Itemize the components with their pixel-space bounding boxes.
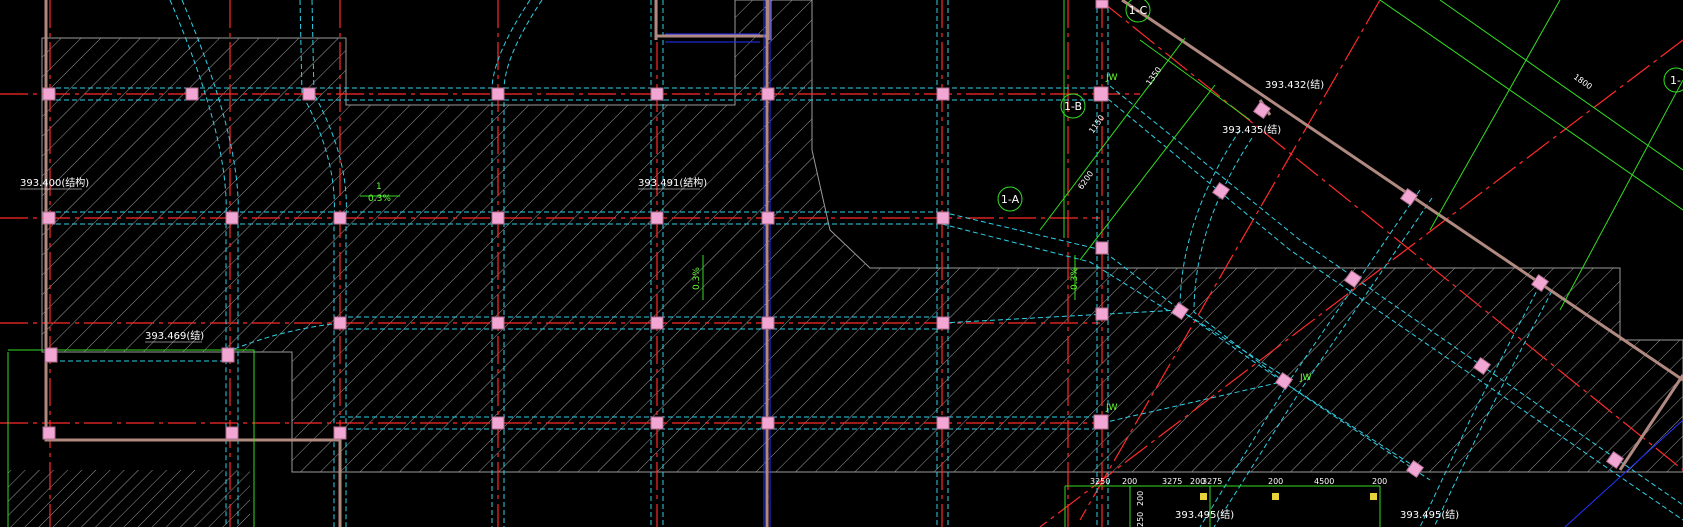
column: [491, 211, 505, 225]
column: [1093, 86, 1109, 102]
slope-number: 1: [376, 182, 382, 192]
column: [1211, 181, 1231, 201]
dimension-label: 200: [1268, 477, 1283, 486]
column: [761, 316, 775, 330]
column: [1093, 414, 1109, 430]
column: [185, 87, 199, 101]
column: [302, 87, 316, 101]
slope-label: 0.3%: [692, 267, 702, 290]
column: [761, 416, 775, 430]
column: [650, 416, 664, 430]
column: [1200, 493, 1207, 500]
column: [1252, 100, 1272, 120]
slope-label: 0.3%: [1070, 267, 1080, 290]
column: [650, 87, 664, 101]
column: [42, 211, 56, 225]
column: [491, 316, 505, 330]
elevation-label: 393.400(结构): [20, 176, 89, 189]
column: [44, 347, 58, 363]
column: [1095, 0, 1109, 9]
column: [1095, 241, 1109, 255]
column: [491, 416, 505, 430]
axis-bubble-edge: 1-: [1663, 67, 1683, 93]
dimension-label: 1150: [1087, 113, 1106, 135]
elevation-label: 393.495(结): [1175, 508, 1234, 521]
dimension-label: 200: [1122, 477, 1137, 486]
dimension-label: 4500: [1314, 477, 1334, 486]
axis-bubble-1-a: 1-A: [997, 186, 1023, 212]
column: [42, 426, 56, 440]
column-mark: JW: [1299, 373, 1312, 383]
structural-plan-drawing[interactable]: 1-A 1-B 1-C 1- 393.400(结构) 393.491(结构) 3…: [0, 0, 1683, 527]
column-mark: JW: [1105, 403, 1118, 413]
dimension-label: 250: [1136, 512, 1145, 527]
column: [761, 211, 775, 225]
slope-label: 0.3%: [368, 194, 391, 204]
slab-hatch: [8, 0, 1683, 527]
dimension-label: 6200: [1076, 169, 1095, 191]
column: [333, 316, 347, 330]
column: [936, 87, 950, 101]
column: [936, 416, 950, 430]
column: [650, 211, 664, 225]
column: [650, 316, 664, 330]
elevation-label: 393.432(结): [1265, 78, 1324, 91]
svg-text:1-A: 1-A: [1001, 193, 1020, 206]
column: [761, 87, 775, 101]
column: [491, 87, 505, 101]
column: [936, 316, 950, 330]
svg-text:1-B: 1-B: [1064, 100, 1082, 113]
elevation-label: 393.491(结构): [638, 176, 707, 189]
column: [1370, 493, 1377, 500]
column: [1095, 307, 1109, 321]
column-mark: JW: [1105, 73, 1118, 83]
dimension-label: 1350: [1144, 65, 1163, 87]
elevation-label: 393.435(结): [1222, 123, 1281, 136]
axis-bubble-1-b: 1-B: [1060, 93, 1086, 119]
cad-viewport[interactable]: 1-A 1-B 1-C 1- 393.400(结构) 393.491(结构) 3…: [0, 0, 1683, 527]
dimension-label: 3275: [1202, 477, 1222, 486]
dimension-label: 3275: [1162, 477, 1182, 486]
axis-bubble-1-c: 1-C: [1125, 0, 1151, 23]
column: [333, 426, 347, 440]
elevation-label: 393.495(结): [1400, 508, 1459, 521]
dimension-label: 200: [1136, 491, 1145, 506]
column: [1272, 493, 1279, 500]
dimension-label: 3250: [1090, 477, 1110, 486]
column: [42, 87, 56, 101]
column: [225, 426, 239, 440]
dimension-label: 200: [1372, 477, 1387, 486]
elevation-label: 393.469(结): [145, 329, 204, 342]
column: [221, 347, 235, 363]
column: [333, 211, 347, 225]
svg-text:1-: 1-: [1670, 74, 1681, 87]
column: [225, 211, 239, 225]
dimension-label: 1800: [1572, 72, 1594, 91]
svg-text:1-C: 1-C: [1129, 4, 1148, 17]
column: [936, 211, 950, 225]
